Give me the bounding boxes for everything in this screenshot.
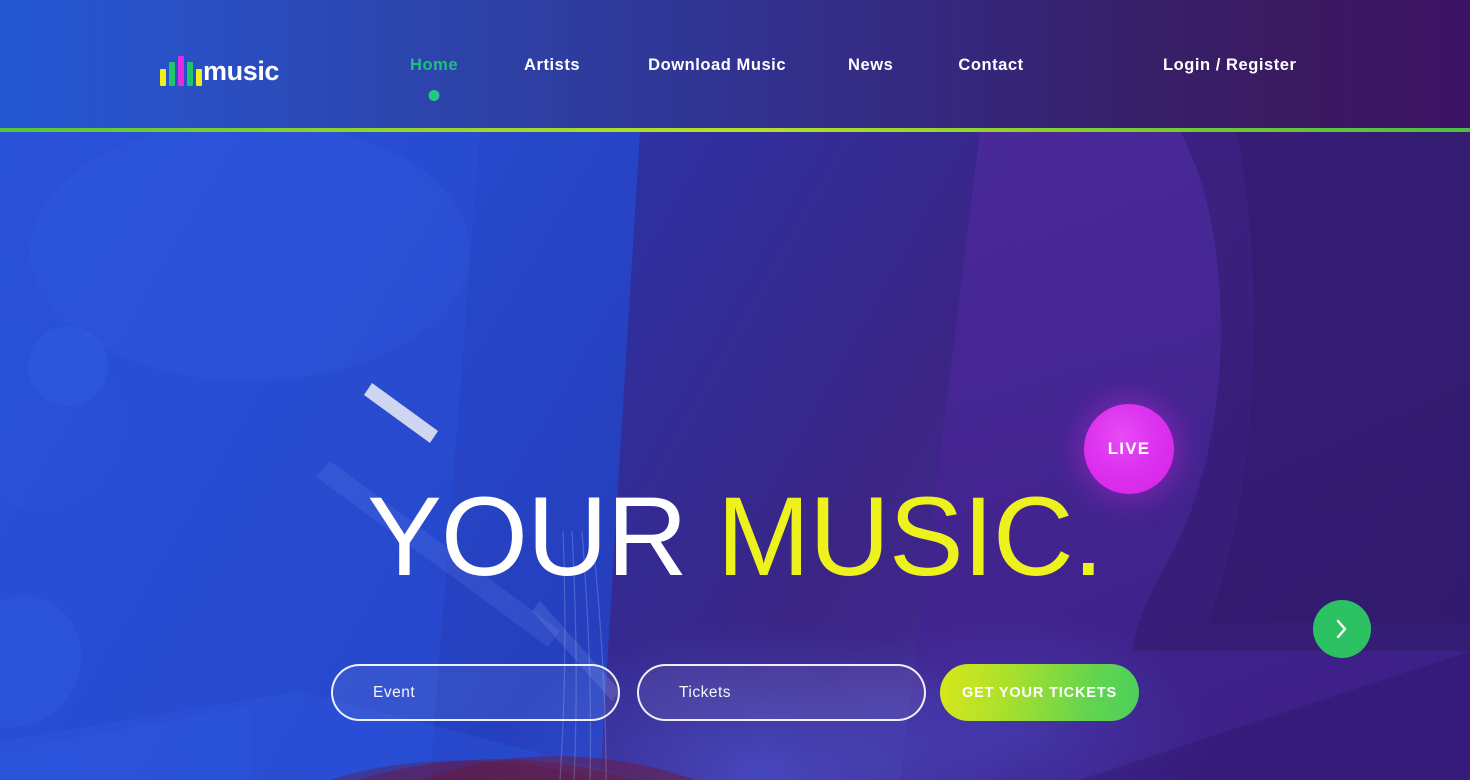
hero-headline: YOUR MUSIC.: [0, 481, 1470, 593]
get-your-tickets-button[interactable]: GET YOUR TICKETS: [940, 664, 1139, 721]
nav-active-dot-icon: [428, 90, 440, 101]
event-input[interactable]: [331, 664, 620, 721]
nav-item-artists[interactable]: Artists: [524, 56, 580, 75]
hero-headline-part2: MUSIC.: [716, 474, 1104, 599]
ticket-search-form: GET YOUR TICKETS: [331, 664, 1139, 721]
hero-section: LIVE YOUR MUSIC. GET YOUR TICKETS: [0, 131, 1470, 780]
main-navigation: Home Artists Download Music News Contact: [410, 0, 1024, 131]
nav-item-download-music[interactable]: Download Music: [648, 56, 786, 75]
logo-bar-yellow-2: [196, 69, 202, 86]
nav-item-home[interactable]: Home: [410, 56, 459, 101]
nav-item-contact[interactable]: Contact: [958, 56, 1023, 75]
nav-item-home-label: Home: [410, 56, 459, 74]
logo-bar-magenta: [178, 56, 184, 86]
nav-item-news[interactable]: News: [848, 56, 893, 75]
logo-bar-green-2: [187, 62, 193, 86]
chevron-right-icon: [1336, 619, 1347, 639]
logo-bar-green-1: [169, 62, 175, 86]
header-accent-divider: [0, 128, 1470, 132]
logo-equalizer-icon: [160, 56, 202, 86]
site-header: music Home Artists Download Music News C…: [0, 0, 1470, 131]
live-badge[interactable]: LIVE: [1084, 404, 1174, 494]
tickets-input[interactable]: [637, 664, 926, 721]
logo-text: music: [203, 56, 280, 86]
login-register-link[interactable]: Login / Register: [1163, 0, 1296, 131]
logo-bar-yellow-1: [160, 69, 166, 86]
logo[interactable]: music: [160, 46, 279, 86]
next-slide-button[interactable]: [1313, 600, 1371, 658]
live-badge-label: LIVE: [1107, 439, 1151, 458]
hero-headline-part1: YOUR: [367, 474, 717, 599]
